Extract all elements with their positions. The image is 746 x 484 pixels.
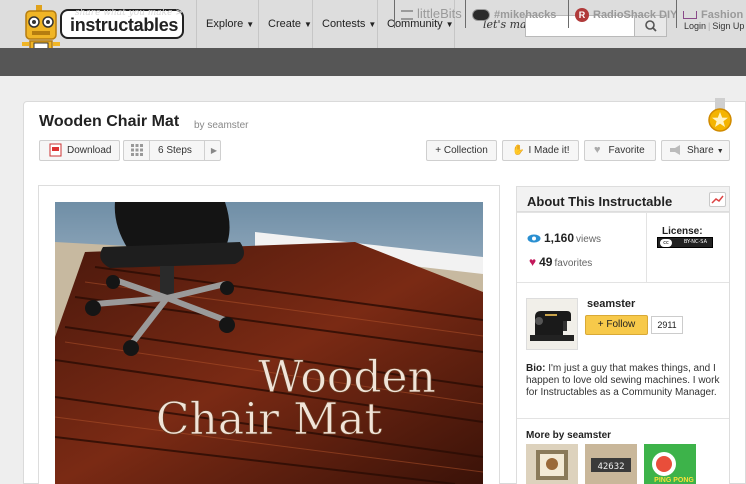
favorites-label: favorites xyxy=(554,258,593,269)
caret-down-icon: ▼ xyxy=(304,20,312,29)
sponsor-label: #mikehacks xyxy=(494,9,557,21)
more-thumb[interactable]: PING PONG xyxy=(644,444,696,484)
license-label: License: xyxy=(662,226,703,237)
eye-icon xyxy=(527,234,541,243)
thumb-label: 42632 xyxy=(597,462,624,472)
project-byline[interactable]: by seamster xyxy=(194,120,248,131)
divider xyxy=(517,212,729,213)
caret-down-icon: ▼ xyxy=(246,20,255,29)
mikehacks-icon xyxy=(472,8,490,21)
heart-icon: ♥ xyxy=(594,144,601,156)
thumb-image: PING PONG xyxy=(644,444,696,484)
download-label: Download xyxy=(67,145,112,156)
thumb-image xyxy=(526,444,578,484)
sponsor-littlebits[interactable]: littleBits xyxy=(394,0,462,28)
favorite-label: Favorite xyxy=(608,145,645,157)
caret-down-icon: ▼ xyxy=(368,20,377,29)
bio-label: Bio: xyxy=(526,363,546,374)
cc-license-icon: cc xyxy=(660,239,672,247)
sewing-machine-image xyxy=(530,311,574,341)
sub-bar xyxy=(0,48,746,76)
follower-count: 2911 xyxy=(651,316,683,334)
hanger-icon xyxy=(683,10,697,19)
heart-icon: ♥ xyxy=(529,255,537,269)
add-collection-button[interactable]: + Collection xyxy=(426,140,497,161)
project-title: Wooden Chair Mat xyxy=(39,113,180,130)
sponsor-mikehacks[interactable]: #mikehacks xyxy=(465,0,556,28)
steps-label: 6 Steps xyxy=(158,145,192,156)
caret-down-icon: ▼ xyxy=(716,148,724,155)
license-badge-text: BY-NC-SA xyxy=(683,239,707,245)
divider xyxy=(517,418,729,419)
thumb-label: PING PONG xyxy=(654,477,694,484)
download-button[interactable]: Download xyxy=(39,140,120,161)
chair-mat-photo: Wooden Chair Mat xyxy=(55,202,483,484)
favorites-stat: ♥ 49 favorites xyxy=(527,255,592,269)
logo-text: instructables xyxy=(70,15,179,35)
more-thumb[interactable]: 42632 xyxy=(585,444,637,484)
grid-icon xyxy=(131,144,143,157)
stats-icon xyxy=(711,195,724,204)
license-badge[interactable]: cc BY-NC-SA xyxy=(657,237,713,248)
radioshack-icon: R xyxy=(575,7,589,22)
sponsor-label: Fashion xyxy=(701,9,744,21)
hand-icon: ✋ xyxy=(512,145,525,156)
thumb-image: 42632 xyxy=(585,444,637,484)
nav-contests-label: Contests xyxy=(322,18,366,30)
views-stat: 1,160 views xyxy=(527,231,601,245)
author-avatar[interactable] xyxy=(526,298,578,350)
views-label: views xyxy=(576,234,602,245)
sponsor-label: littleBits xyxy=(417,6,462,21)
nav-create[interactable]: Create ▼ xyxy=(258,0,312,48)
collection-label: + Collection xyxy=(435,145,488,156)
steps-button[interactable]: 6 Steps ▶ xyxy=(123,140,221,161)
bio-text: I'm just a guy that makes things, and I … xyxy=(526,363,720,398)
nav-explore[interactable]: Explore ▼ xyxy=(196,0,258,48)
views-count: 1,160 xyxy=(544,231,575,245)
sidebar-title: About This Instructable xyxy=(527,194,673,209)
megaphone-icon xyxy=(670,145,680,156)
sponsor-fashion[interactable]: Fashion xyxy=(676,0,746,28)
divider xyxy=(646,213,647,282)
littlebits-icon xyxy=(401,9,413,20)
share-label: Share xyxy=(687,145,714,156)
share-button[interactable]: Share ▼ xyxy=(661,140,730,161)
nav-contests[interactable]: Contests ▼ xyxy=(312,0,377,48)
nav-create-label: Create xyxy=(268,18,302,30)
project-photo[interactable]: Wooden Chair Mat xyxy=(55,202,483,484)
favorite-button[interactable]: ♥ Favorite xyxy=(584,140,656,161)
star-badge-icon[interactable] xyxy=(706,98,734,134)
follow-button[interactable]: + Follow xyxy=(585,315,648,335)
more-thumb[interactable] xyxy=(526,444,578,484)
i-made-it-button[interactable]: ✋ I Made it! xyxy=(502,140,579,161)
author-bio: Bio: I'm just a guy that makes things, a… xyxy=(526,363,724,399)
photo-text-line2: Chair Mat xyxy=(156,394,383,445)
made-it-label: I Made it! xyxy=(528,145,570,157)
sponsor-radioshack[interactable]: R RadioShack DIY xyxy=(568,0,677,28)
tagline[interactable]: share what you make > xyxy=(75,8,183,18)
stats-button[interactable] xyxy=(709,192,726,207)
chevron-right-icon: ▶ xyxy=(210,146,218,155)
favorites-count: 49 xyxy=(539,255,553,269)
author-name[interactable]: seamster xyxy=(587,298,635,310)
pdf-icon xyxy=(49,143,62,157)
divider xyxy=(517,282,729,283)
sponsor-label: RadioShack DIY xyxy=(593,9,678,21)
nav-explore-label: Explore xyxy=(206,18,244,30)
more-by-title: More by seamster xyxy=(526,430,612,441)
